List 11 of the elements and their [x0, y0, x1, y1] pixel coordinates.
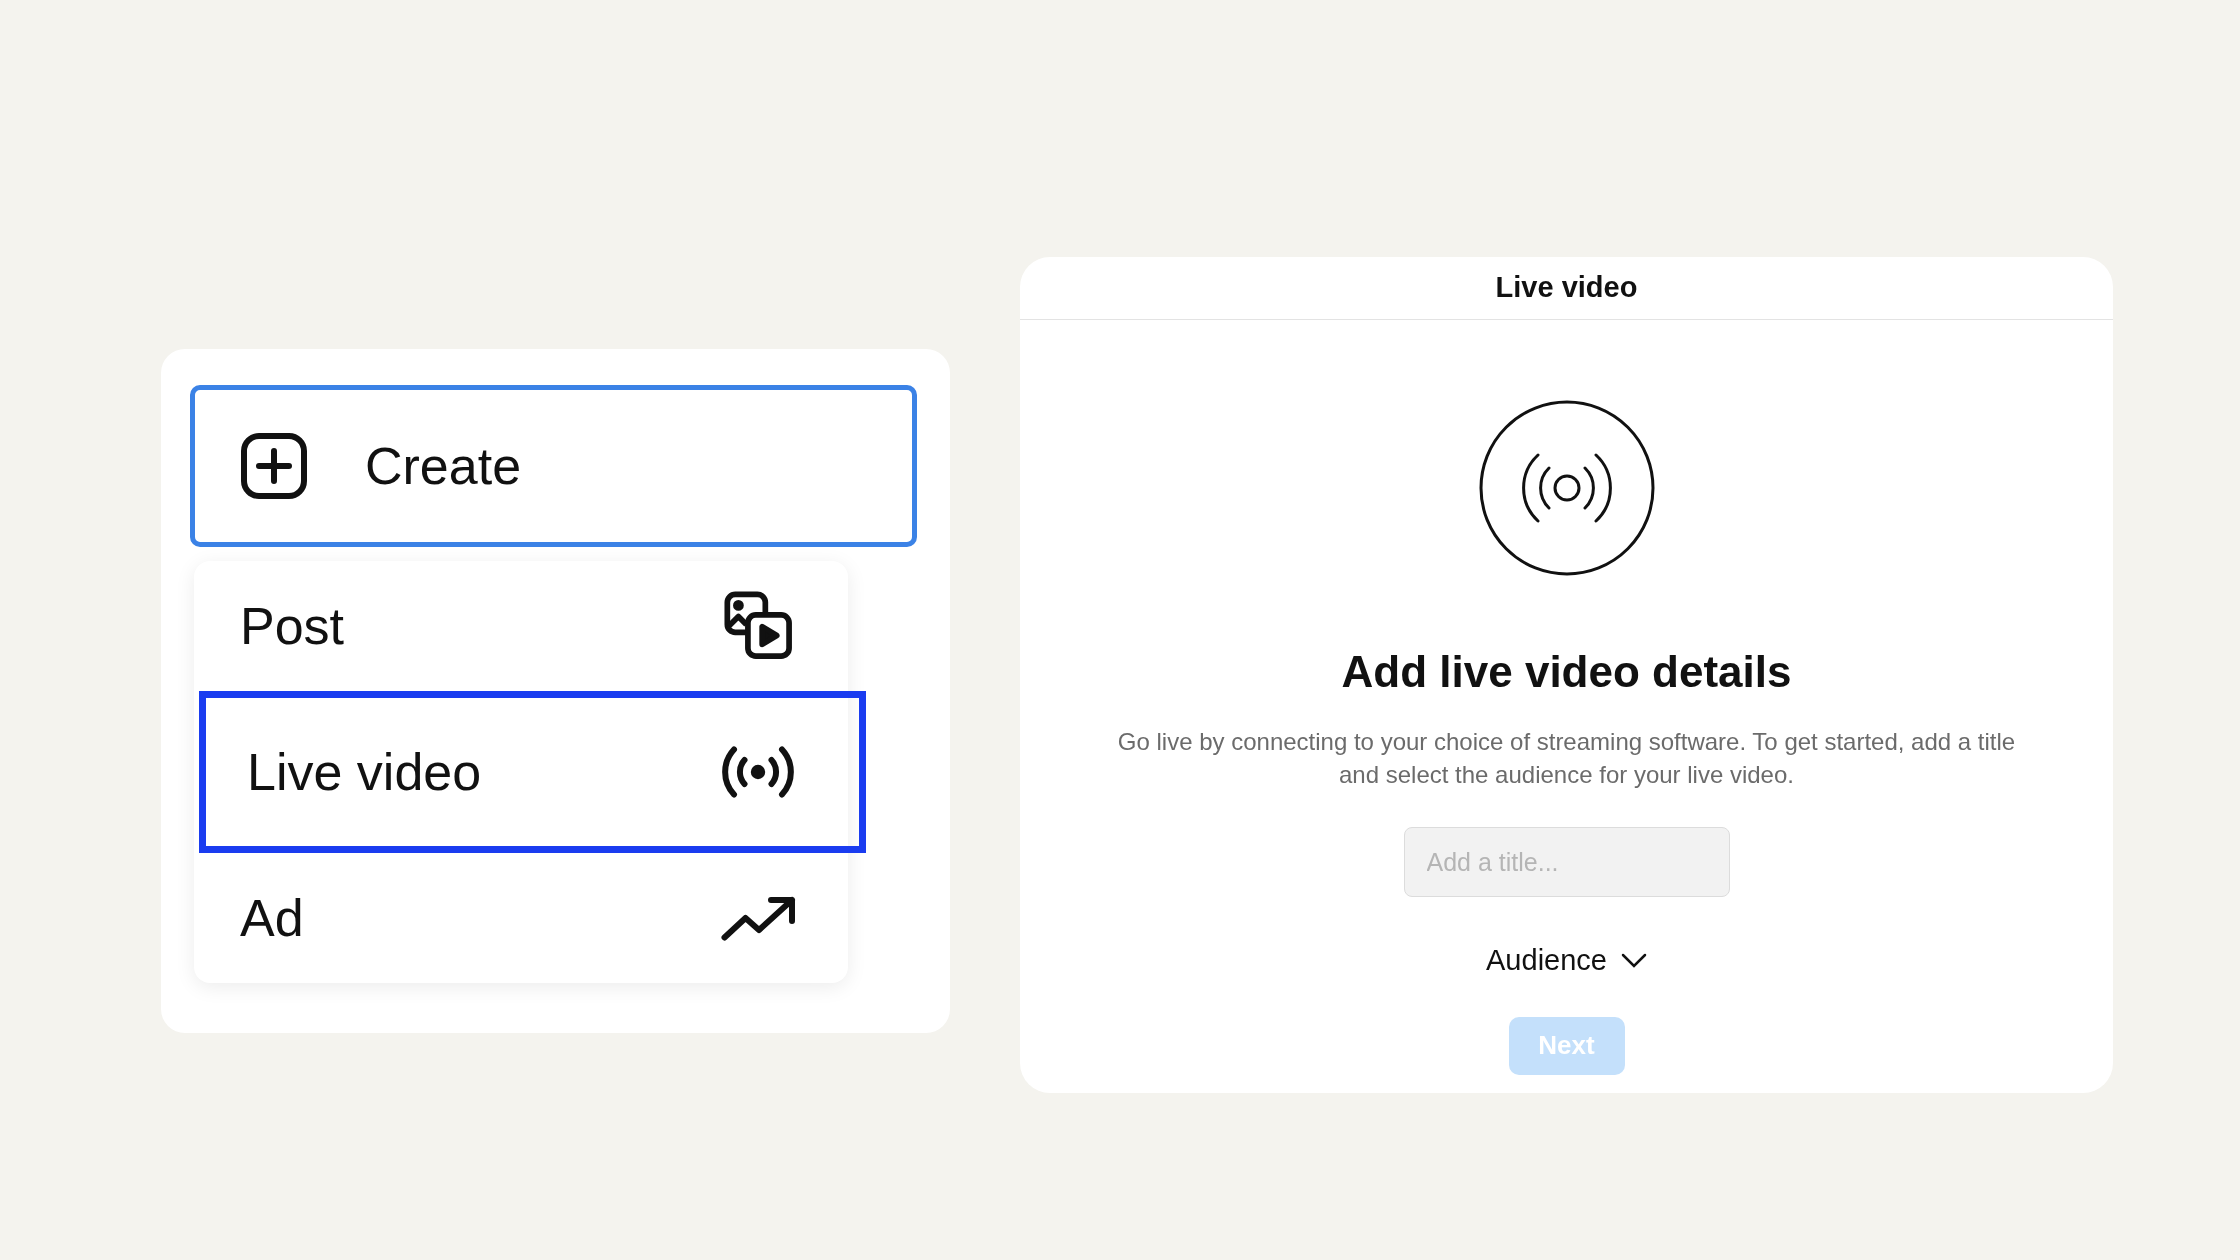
create-button[interactable]: Create	[190, 385, 917, 547]
audience-dropdown[interactable]: Audience	[1486, 939, 1647, 983]
menu-item[interactable]: Post	[194, 561, 848, 691]
broadcast-circle-icon	[1477, 399, 1656, 577]
menu-item[interactable]: Ad	[194, 853, 848, 983]
menu-item[interactable]: Live video	[199, 691, 866, 853]
dialog-heading: Add live video details	[1341, 646, 1792, 698]
chevron-down-icon	[1620, 952, 1647, 969]
dialog-title: Live video	[1495, 270, 1638, 306]
dialog-description: Go live by connecting to your choice of streaming software. To get started, add a title and select the audience for your live video.	[1116, 727, 2017, 790]
title-input-field[interactable]: Add a title...	[1403, 827, 1730, 897]
